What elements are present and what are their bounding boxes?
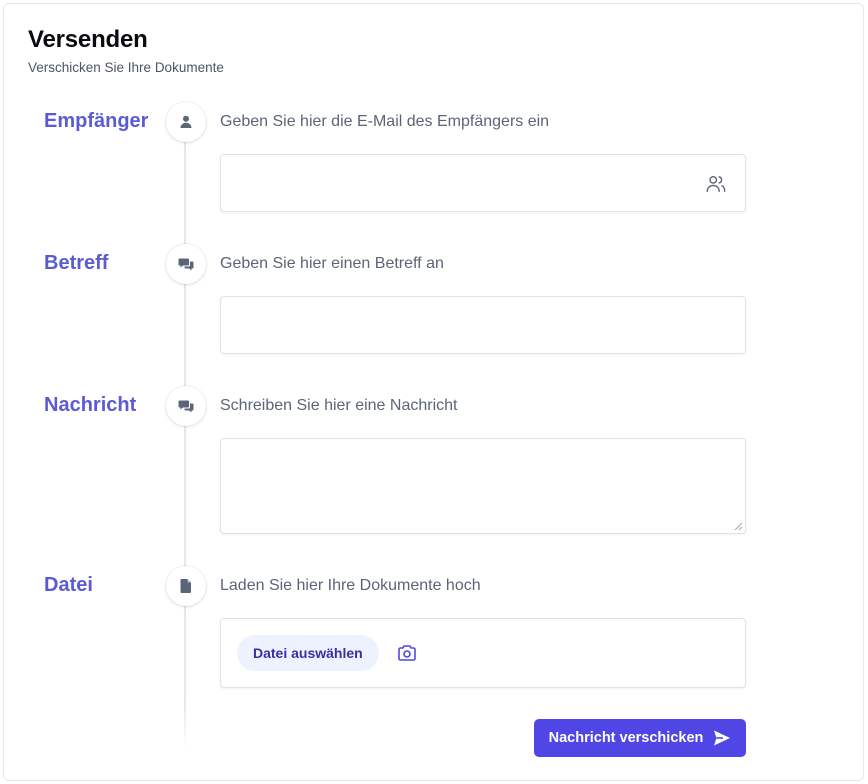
paper-plane-icon — [714, 730, 731, 746]
timeline-line — [184, 139, 186, 751]
step-node-message — [166, 386, 206, 426]
step-description-subject: Geben Sie hier einen Betreff an — [220, 255, 444, 272]
subject-input[interactable] — [221, 297, 745, 353]
choose-file-button[interactable]: Datei auswählen — [237, 635, 379, 671]
step-description-file: Laden Sie hier Ihre Dokumente hoch — [220, 577, 481, 594]
step-label-message: Nachricht — [44, 394, 137, 416]
file-upload-field: Datei auswählen — [220, 618, 746, 688]
page-subtitle: Verschicken Sie Ihre Dokumente — [28, 60, 224, 75]
send-message-label: Nachricht verschicken — [548, 730, 704, 746]
user-icon — [180, 115, 192, 128]
camera-icon[interactable] — [397, 644, 417, 662]
recipient-email-field — [220, 154, 746, 212]
page-title: Versenden — [28, 26, 148, 53]
document-icon — [180, 579, 191, 593]
send-form-card: Versenden Verschicken Sie Ihre Dokumente… — [3, 3, 864, 781]
users-icon[interactable] — [705, 173, 727, 195]
step-node-recipient — [166, 102, 206, 142]
send-message-button[interactable]: Nachricht verschicken — [534, 719, 746, 757]
step-node-file — [166, 566, 206, 606]
resize-grip-icon[interactable] — [733, 521, 743, 531]
step-description-recipient: Geben Sie hier die E-Mail des Empfängers… — [220, 113, 550, 130]
step-description-message: Schreiben Sie hier eine Nachricht — [220, 397, 458, 414]
recipient-email-input[interactable] — [221, 155, 745, 211]
step-label-subject: Betreff — [44, 252, 109, 274]
message-textarea[interactable] — [221, 439, 745, 533]
step-label-file: Datei — [44, 574, 93, 596]
subject-field — [220, 296, 746, 354]
step-node-subject — [166, 244, 206, 284]
chat-icon — [178, 258, 194, 271]
message-field — [220, 438, 746, 534]
chat-icon — [178, 400, 194, 413]
step-label-recipient: Empfänger — [44, 110, 149, 132]
